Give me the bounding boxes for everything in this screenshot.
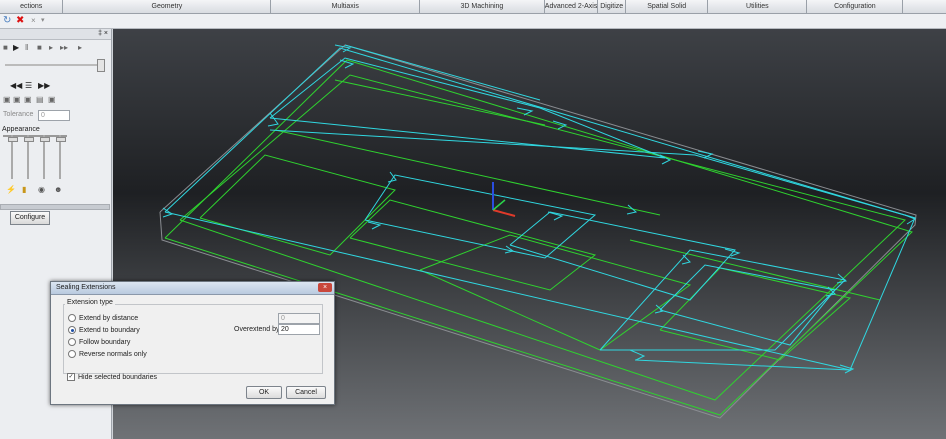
distance-input[interactable]: 0: [278, 313, 320, 324]
check-icon[interactable]: ✓: [67, 373, 75, 381]
refresh-icon[interactable]: ↻: [3, 15, 11, 27]
configure-button[interactable]: Configure: [10, 211, 50, 225]
tab-advanced-2-axis[interactable]: Advanced 2-Axis: [545, 0, 599, 13]
stop-icon[interactable]: ■: [37, 43, 42, 52]
appearance-thumb-1[interactable]: [8, 137, 18, 142]
radio-icon[interactable]: [68, 350, 76, 358]
view-icon-3[interactable]: ▣: [24, 95, 32, 104]
axis-y: [492, 199, 506, 211]
panel-scrollbar[interactable]: [0, 204, 110, 210]
tab-3d-machining[interactable]: 3D Machining: [420, 0, 545, 13]
panel-pin-controls[interactable]: ‡ ×: [0, 29, 111, 40]
arrow-13: [724, 248, 741, 257]
view-icon-1[interactable]: ▣: [3, 95, 11, 104]
camera-icon[interactable]: ◉: [38, 185, 45, 194]
tab-configuration[interactable]: Configuration: [807, 0, 904, 13]
appearance-thumb-3[interactable]: [40, 137, 50, 142]
tab-geometry[interactable]: Geometry: [63, 0, 272, 13]
ok-button[interactable]: OK: [246, 386, 282, 399]
sealing-extensions-dialog: Sealing Extensions × Extension type Exte…: [50, 281, 335, 405]
tab-spatial-solid[interactable]: Spatial Solid: [626, 0, 709, 13]
extension-type-label: Extension type: [65, 299, 115, 306]
cancel-button[interactable]: Cancel: [286, 386, 326, 399]
save-icon[interactable]: ▤: [36, 95, 44, 104]
tab-digitize[interactable]: Digitize: [598, 0, 627, 13]
cyan-pocket-2: [509, 211, 736, 301]
tab-multiaxis[interactable]: Multiaxis: [271, 0, 420, 13]
tolerance-label: Tolerance: [3, 111, 34, 118]
speed-slider-track[interactable]: [5, 64, 103, 66]
cyan-boundary-mid: [269, 129, 916, 219]
view-icon-2[interactable]: ▣: [13, 95, 21, 104]
cyan-edge-right: [634, 359, 851, 371]
person-icon[interactable]: ☻: [54, 185, 62, 194]
dropdown-icon[interactable]: ▾: [41, 15, 45, 27]
overextend-input[interactable]: 20: [278, 324, 320, 335]
forward-icon[interactable]: ▶▶: [38, 81, 50, 90]
option-extend-by-distance[interactable]: Extend by distance: [68, 314, 138, 322]
quick-toolbar: ↻ ✖ × ▾: [0, 14, 946, 29]
dialog-title-bar: Sealing Extensions ×: [51, 282, 334, 295]
dialog-title: Sealing Extensions: [56, 284, 116, 291]
tolerance-input[interactable]: 0: [38, 110, 70, 121]
close-icon[interactable]: ×: [318, 283, 332, 292]
tab-utilities[interactable]: Utilities: [708, 0, 808, 13]
radio-icon[interactable]: [68, 314, 76, 322]
view-icon-5[interactable]: ▣: [48, 95, 56, 104]
cyan-edge-top: [344, 44, 541, 101]
green-strip-3: [629, 239, 881, 301]
radio-selected-icon[interactable]: [68, 326, 76, 334]
radio-icon[interactable]: [68, 338, 76, 346]
green-pocket-1: [199, 154, 396, 256]
speed-slider-thumb[interactable]: [97, 59, 105, 72]
material-icon[interactable]: ▮: [22, 185, 26, 194]
play-icon[interactable]: ▶: [13, 43, 19, 52]
step-back-icon[interactable]: ■: [3, 43, 8, 52]
option-extend-to-boundary[interactable]: Extend to boundary: [68, 326, 140, 334]
option-follow-boundary[interactable]: Follow boundary: [68, 338, 130, 346]
overextend-label: Overextend by: [234, 326, 280, 333]
arrow-8: [387, 171, 397, 183]
arrow-20: [629, 349, 646, 361]
axis-x: [492, 209, 516, 217]
light-icon[interactable]: ⚡: [6, 185, 16, 194]
tab-spacer: [903, 0, 946, 13]
tab-sections[interactable]: ections: [0, 0, 64, 13]
step-icon[interactable]: ▸: [49, 43, 53, 52]
delete-icon[interactable]: ✖: [16, 15, 24, 27]
green-strip-1: [274, 129, 661, 216]
rewind-icon[interactable]: ◀◀: [10, 81, 22, 90]
fast-icon[interactable]: ▸▸: [60, 43, 68, 52]
hide-boundaries-checkbox[interactable]: ✓ Hide selected boundaries: [67, 373, 157, 381]
appearance-thumb-2[interactable]: [24, 137, 34, 142]
list-icon[interactable]: ☰: [25, 81, 32, 90]
pause-icon[interactable]: ‖: [25, 43, 28, 52]
end-icon[interactable]: ▸: [78, 43, 82, 52]
appearance-thumb-4[interactable]: [56, 137, 66, 142]
green-strip-2: [334, 79, 546, 126]
cyan-pocket-4: [659, 264, 836, 346]
option-reverse-normals-only[interactable]: Reverse normals only: [68, 350, 147, 358]
arrow-18: [681, 254, 691, 265]
arrow-5: [267, 112, 279, 127]
menu-tab-bar: ections Geometry Multiaxis 3D Machining …: [0, 0, 946, 14]
close-small-icon[interactable]: ×: [31, 15, 36, 27]
